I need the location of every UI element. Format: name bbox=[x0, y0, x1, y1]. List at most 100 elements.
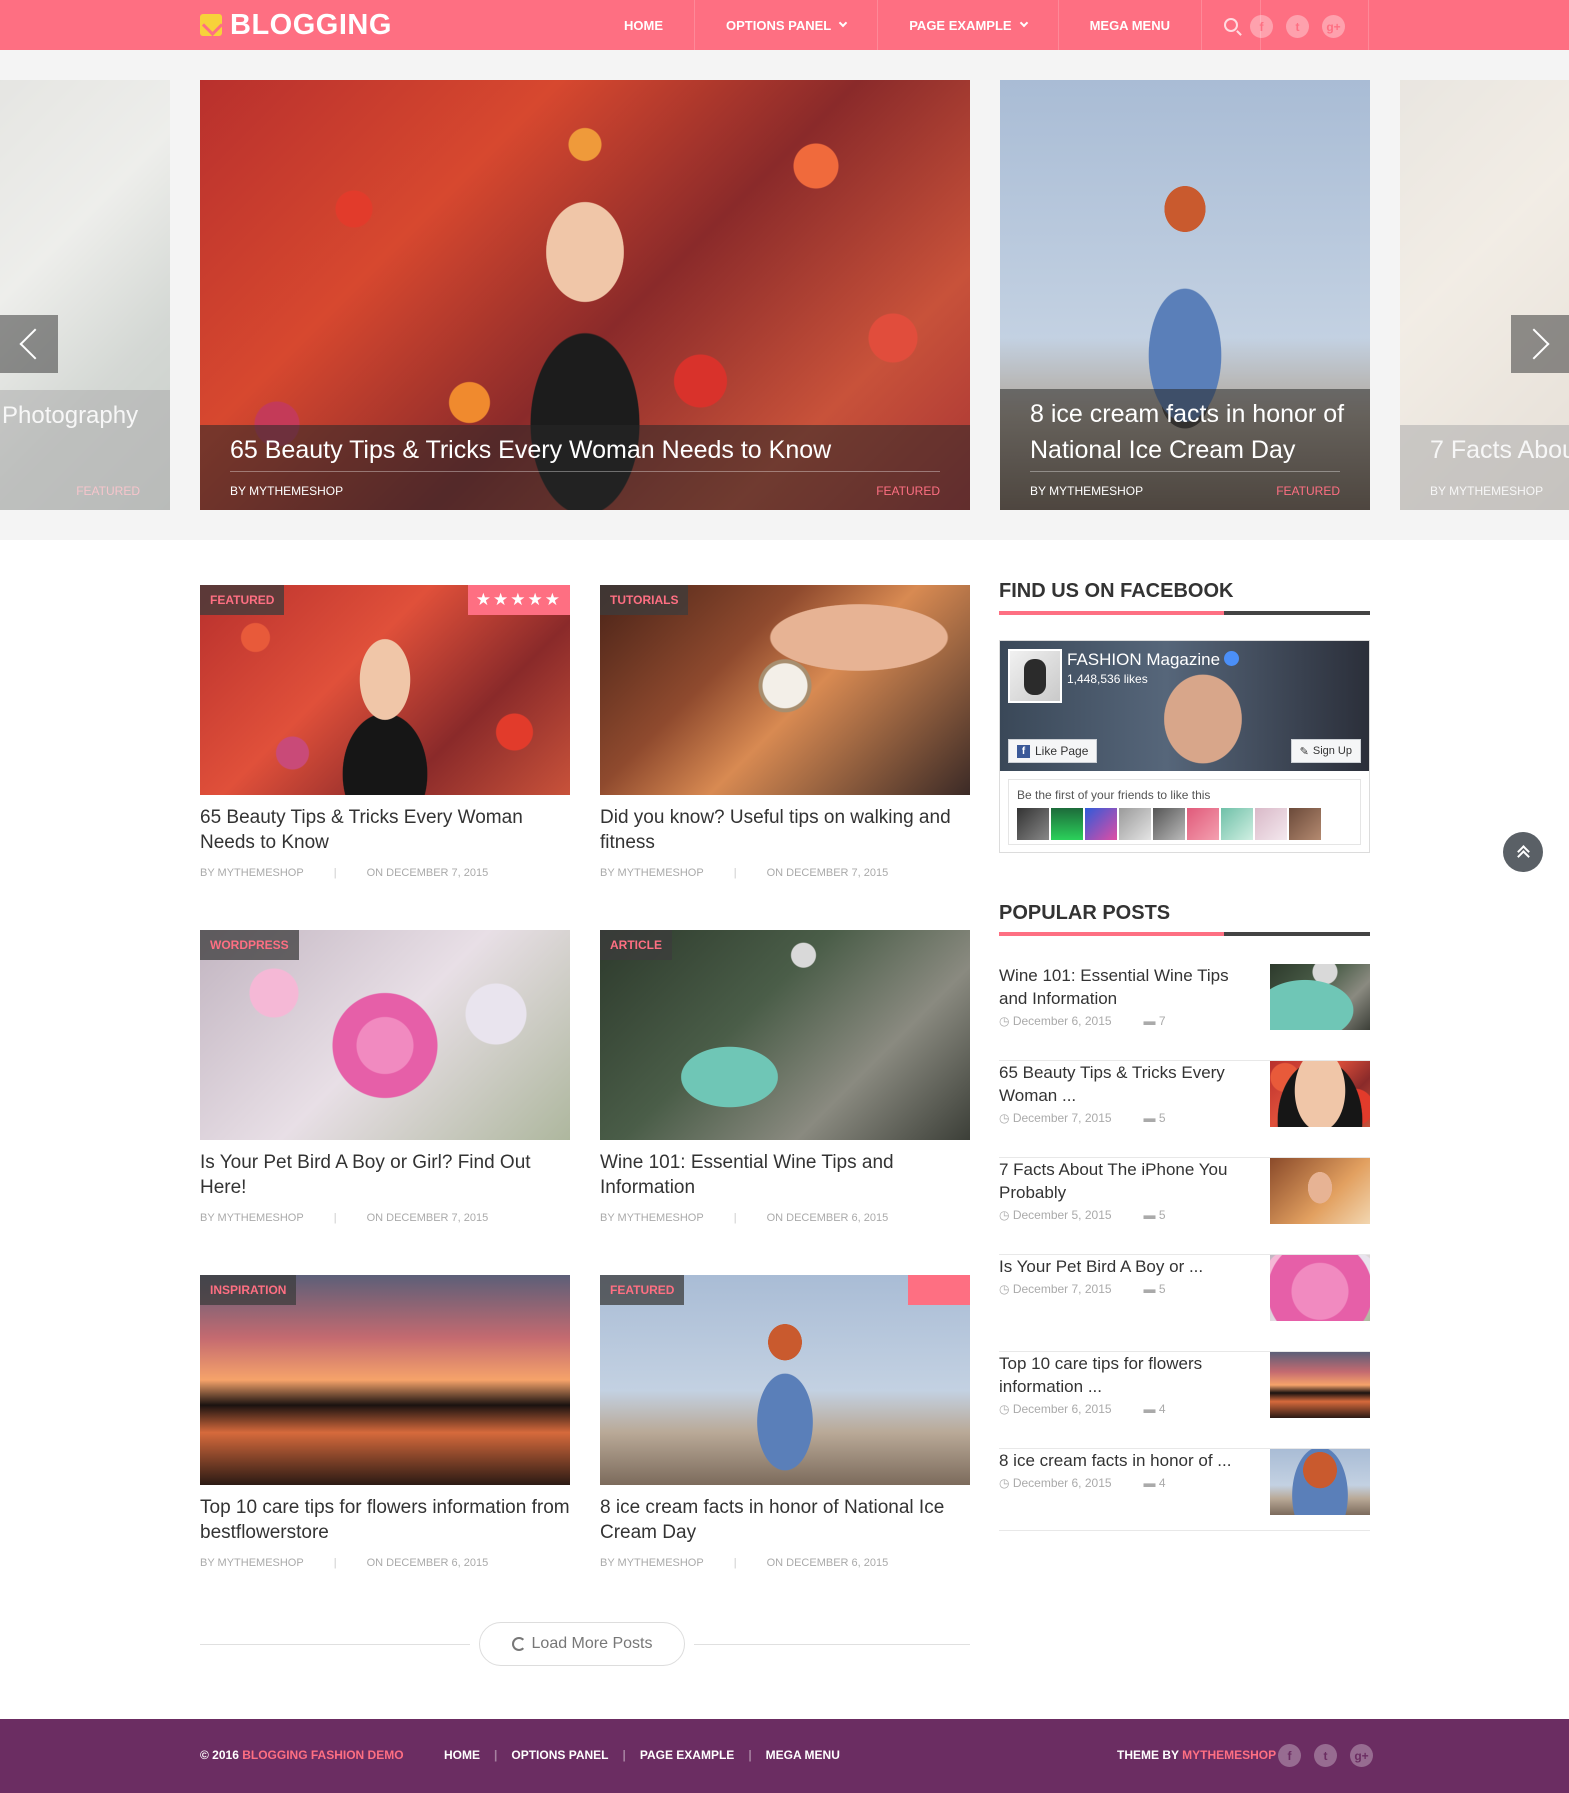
post-title[interactable]: Wine 101: Essential Wine Tips and Inform… bbox=[600, 1150, 970, 1200]
category-badge[interactable]: FEATURED bbox=[600, 1275, 685, 1305]
theme-author-link[interactable]: MYTHEMESHOP bbox=[1182, 1748, 1276, 1762]
popular-post-item[interactable]: 65 Beauty Tips & Tricks Every Woman ... … bbox=[999, 1061, 1370, 1158]
friend-avatar[interactable] bbox=[1187, 808, 1219, 840]
scroll-to-top-button[interactable] bbox=[1503, 832, 1543, 872]
post-author[interactable]: BY MYTHEMESHOP bbox=[600, 1212, 704, 1224]
widget-title-rule bbox=[999, 932, 1370, 936]
popular-post-meta: ◷ December 6, 2015 ▬ 7 bbox=[999, 1014, 1166, 1028]
post-author[interactable]: BY MYTHEMESHOP bbox=[200, 1212, 304, 1224]
friend-avatar[interactable] bbox=[1085, 808, 1117, 840]
slider-next-button[interactable] bbox=[1511, 315, 1569, 373]
popular-post-item[interactable]: 8 ice cream facts in honor of ... ◷ Dece… bbox=[999, 1449, 1370, 1531]
popular-post-comments[interactable]: ▬ 5 bbox=[1144, 1208, 1166, 1222]
facebook-icon[interactable]: f bbox=[1278, 1744, 1301, 1767]
friend-avatar[interactable] bbox=[1017, 808, 1049, 840]
post-card[interactable]: FEATURED ★★★★★ 65 Beauty Tips & Tricks E… bbox=[200, 585, 570, 879]
popular-post-title[interactable]: 65 Beauty Tips & Tricks Every Woman ... bbox=[999, 1061, 1239, 1107]
popular-post-item[interactable]: Is Your Pet Bird A Boy or ... ◷ December… bbox=[999, 1255, 1370, 1352]
post-thumbnail[interactable]: WORDPRESS bbox=[200, 930, 570, 1140]
pencil-icon bbox=[200, 14, 222, 36]
popular-post-item[interactable]: Top 10 care tips for flowers information… bbox=[999, 1352, 1370, 1449]
facebook-like-button[interactable]: f Like Page bbox=[1008, 739, 1098, 763]
google-plus-icon[interactable]: g+ bbox=[1350, 1744, 1373, 1767]
post-thumbnail[interactable]: FEATURED bbox=[600, 1275, 970, 1485]
load-more-button[interactable]: Load More Posts bbox=[479, 1622, 685, 1666]
popular-post-title[interactable]: Wine 101: Essential Wine Tips and Inform… bbox=[999, 964, 1239, 1010]
popular-post-thumbnail[interactable] bbox=[1270, 1449, 1370, 1515]
nav-page-example[interactable]: PAGE EXAMPLE bbox=[877, 0, 1057, 50]
twitter-icon[interactable]: t bbox=[1286, 15, 1309, 38]
post-card[interactable]: ARTICLE Wine 101: Essential Wine Tips an… bbox=[600, 930, 970, 1224]
nav-options-panel[interactable]: OPTIONS PANEL bbox=[694, 0, 877, 50]
post-card[interactable]: INSPIRATION Top 10 care tips for flowers… bbox=[200, 1275, 570, 1569]
slider-prev-button[interactable] bbox=[0, 315, 58, 373]
slide-next[interactable]: 8 ice cream facts in honor of National I… bbox=[1000, 80, 1370, 510]
post-author[interactable]: BY MYTHEMESHOP bbox=[200, 1557, 304, 1569]
friend-avatar[interactable] bbox=[1255, 808, 1287, 840]
post-thumbnail[interactable]: FEATURED ★★★★★ bbox=[200, 585, 570, 795]
popular-post-comments[interactable]: ▬ 5 bbox=[1144, 1111, 1166, 1125]
post-title[interactable]: Is Your Pet Bird A Boy or Girl? Find Out… bbox=[200, 1150, 570, 1200]
category-badge[interactable]: INSPIRATION bbox=[200, 1275, 297, 1305]
nav-mega-menu[interactable]: MEGA MENU bbox=[1057, 0, 1201, 50]
site-logo[interactable]: BLOGGING bbox=[200, 8, 392, 42]
slide-prev[interactable]: Photography FEATURED bbox=[0, 80, 170, 510]
facebook-page-name[interactable]: FASHION Magazine bbox=[1067, 650, 1240, 670]
post-author[interactable]: BY MYTHEMESHOP bbox=[600, 867, 704, 879]
facebook-signup-button[interactable]: ✎ Sign Up bbox=[1290, 739, 1361, 763]
post-thumbnail[interactable]: ARTICLE bbox=[600, 930, 970, 1140]
category-badge[interactable]: WORDPRESS bbox=[200, 930, 299, 960]
popular-post-title[interactable]: Top 10 care tips for flowers information… bbox=[999, 1352, 1239, 1398]
category-badge[interactable]: ARTICLE bbox=[600, 930, 672, 960]
post-card[interactable]: WORDPRESS Is Your Pet Bird A Boy or Girl… bbox=[200, 930, 570, 1224]
popular-post-title[interactable]: 8 ice cream facts in honor of ... bbox=[999, 1449, 1239, 1472]
facebook-icon[interactable]: f bbox=[1250, 15, 1273, 38]
post-thumbnail[interactable]: INSPIRATION bbox=[200, 1275, 570, 1485]
post-author[interactable]: BY MYTHEMESHOP bbox=[600, 1557, 704, 1569]
facebook-page-avatar[interactable] bbox=[1008, 649, 1062, 703]
nav-home[interactable]: HOME bbox=[593, 0, 694, 50]
friend-avatar[interactable] bbox=[1289, 808, 1321, 840]
post-card[interactable]: TUTORIALS Did you know? Useful tips on w… bbox=[600, 585, 970, 879]
friend-avatar[interactable] bbox=[1051, 808, 1083, 840]
popular-post-item[interactable]: Wine 101: Essential Wine Tips and Inform… bbox=[999, 964, 1370, 1061]
post-title[interactable]: Top 10 care tips for flowers information… bbox=[200, 1495, 570, 1545]
popular-post-title[interactable]: 7 Facts About The iPhone You Probably bbox=[999, 1158, 1239, 1204]
friend-avatar[interactable] bbox=[1153, 808, 1185, 840]
post-title[interactable]: Did you know? Useful tips on walking and… bbox=[600, 805, 970, 855]
google-plus-icon[interactable]: g+ bbox=[1322, 15, 1345, 38]
friend-avatar[interactable] bbox=[1221, 808, 1253, 840]
popular-post-thumbnail[interactable] bbox=[1270, 1158, 1370, 1224]
post-author[interactable]: BY MYTHEMESHOP bbox=[200, 867, 304, 879]
comments-icon: ▬ bbox=[1143, 1476, 1159, 1490]
popular-post-item[interactable]: 7 Facts About The iPhone You Probably ◷ … bbox=[999, 1158, 1370, 1255]
post-thumbnail[interactable]: TUTORIALS bbox=[600, 585, 970, 795]
popular-post-title[interactable]: Is Your Pet Bird A Boy or ... bbox=[999, 1255, 1239, 1278]
footer-nav-mega-menu[interactable]: MEGA MENU bbox=[766, 1748, 840, 1762]
popular-post-comments[interactable]: ▬ 4 bbox=[1144, 1476, 1166, 1490]
slide-main[interactable]: 65 Beauty Tips & Tricks Every Woman Need… bbox=[200, 80, 970, 510]
popular-post-comments[interactable]: ▬ 4 bbox=[1144, 1402, 1166, 1416]
copyright-site-link[interactable]: BLOGGING FASHION DEMO bbox=[242, 1748, 403, 1762]
popular-post-comments[interactable]: ▬ 7 bbox=[1144, 1014, 1166, 1028]
slide-far[interactable]: 7 Facts About BY MYTHEMESHOP bbox=[1400, 80, 1569, 510]
category-badge[interactable]: TUTORIALS bbox=[600, 585, 689, 615]
footer-nav-page-example[interactable]: PAGE EXAMPLE bbox=[640, 1748, 734, 1762]
popular-post-comments[interactable]: ▬ 5 bbox=[1144, 1282, 1166, 1296]
twitter-icon[interactable]: t bbox=[1314, 1744, 1337, 1767]
category-badge[interactable]: FEATURED bbox=[200, 585, 285, 615]
popular-post-thumbnail[interactable] bbox=[1270, 1255, 1370, 1321]
post-title[interactable]: 65 Beauty Tips & Tricks Every Woman Need… bbox=[200, 805, 570, 855]
footer-nav-options-panel[interactable]: OPTIONS PANEL bbox=[511, 1748, 608, 1762]
popular-post-thumbnail[interactable] bbox=[1270, 1061, 1370, 1127]
footer-nav-home[interactable]: HOME bbox=[444, 1748, 480, 1762]
comments-icon: ▬ bbox=[1143, 1111, 1159, 1125]
facebook-cover-photo[interactable]: FASHION Magazine 1,448,536 likes f Like P… bbox=[1000, 641, 1369, 771]
post-date: ON DECEMBER 6, 2015 bbox=[366, 1557, 489, 1569]
post-card[interactable]: FEATURED 8 ice cream facts in honor of N… bbox=[600, 1275, 970, 1569]
clock-icon: ◷ bbox=[999, 1402, 1013, 1416]
friend-avatar[interactable] bbox=[1119, 808, 1151, 840]
popular-post-thumbnail[interactable] bbox=[1270, 964, 1370, 1030]
post-title[interactable]: 8 ice cream facts in honor of National I… bbox=[600, 1495, 970, 1545]
popular-post-thumbnail[interactable] bbox=[1270, 1352, 1370, 1418]
